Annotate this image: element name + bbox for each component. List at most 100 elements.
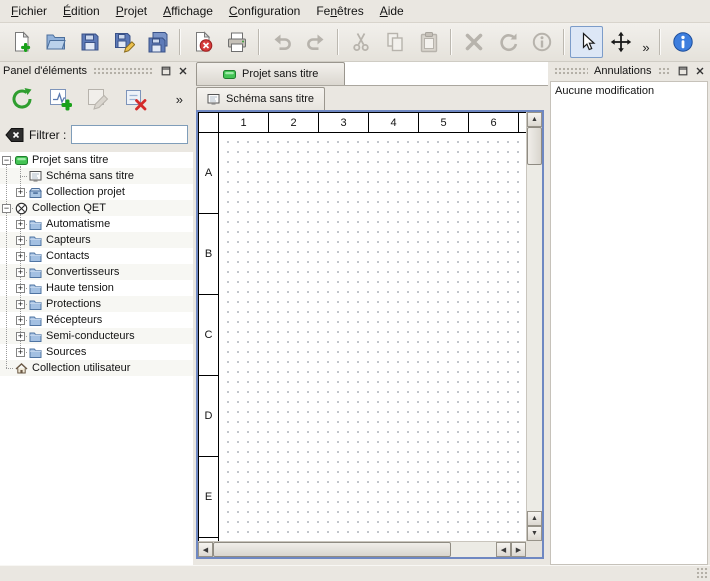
delete-element-button[interactable] xyxy=(121,84,151,114)
undo-panel-float-button[interactable] xyxy=(676,64,690,78)
paste-icon xyxy=(418,31,440,53)
scroll-up-button[interactable]: ▲ xyxy=(527,112,542,127)
tree-expand-plus-handle[interactable]: + xyxy=(16,284,25,293)
tree-item[interactable]: +Collection projet xyxy=(0,184,193,200)
scroll-down-button[interactable]: ▼ xyxy=(527,526,542,541)
cut-button[interactable] xyxy=(344,26,377,58)
tree-item[interactable]: +Récepteurs xyxy=(0,312,193,328)
tree-expand-plus-handle[interactable]: + xyxy=(16,220,25,229)
open-button[interactable] xyxy=(39,26,72,58)
paste-button[interactable] xyxy=(412,26,445,58)
open-folder-icon xyxy=(45,31,67,53)
horizontal-scrollbar-thumb[interactable] xyxy=(213,542,451,557)
tree-expand-minus-handle[interactable]: − xyxy=(2,156,11,165)
undo-panel-grip-left[interactable] xyxy=(554,67,588,75)
edit-element-button[interactable] xyxy=(83,84,113,114)
redo-button[interactable] xyxy=(299,26,332,58)
menu-fichier[interactable]: Fichier xyxy=(3,1,55,21)
tree-expand-plus-handle[interactable]: + xyxy=(16,188,25,197)
undo-panel-titlebar[interactable]: Annulations xyxy=(548,62,710,80)
tree-expand-plus-handle[interactable]: + xyxy=(16,252,25,261)
main-toolbar-separator xyxy=(659,29,661,55)
elements-panel-overflow-button[interactable]: » xyxy=(173,92,186,107)
menu-projet[interactable]: Projet xyxy=(108,1,155,21)
menu-bar: FichierÉditionProjetAffichageConfigurati… xyxy=(0,0,710,23)
horizontal-scrollbar[interactable]: ◀ ◀ ▶ xyxy=(198,541,526,557)
vertical-scrollbar-thumb[interactable] xyxy=(527,127,542,165)
scroll-up-button-bottom[interactable]: ▲ xyxy=(527,511,542,526)
scroll-left-button[interactable]: ◀ xyxy=(198,542,213,557)
diagram-viewport[interactable]: 123456 ABCDE xyxy=(198,112,526,541)
element-info-button[interactable] xyxy=(525,26,558,58)
tree-expand-plus-handle[interactable]: + xyxy=(16,348,25,357)
scroll-left-button-right[interactable]: ◀ xyxy=(496,542,511,557)
resize-grip[interactable] xyxy=(696,567,708,579)
undo-history-list[interactable]: Aucune modification xyxy=(550,81,708,565)
tree-item[interactable]: Schéma sans titre xyxy=(0,168,193,184)
undo-button[interactable] xyxy=(265,26,298,58)
tree-item[interactable]: +Contacts xyxy=(0,248,193,264)
elements-panel-titlebar[interactable]: Panel d'éléments xyxy=(0,62,193,80)
schema-tabbar: Schéma sans titre xyxy=(196,86,548,110)
main-toolbar-overflow-button[interactable]: » xyxy=(638,26,654,58)
print-button[interactable] xyxy=(220,26,253,58)
tree-item[interactable]: + Semi-conducteurs xyxy=(0,328,193,344)
tree-item[interactable]: +Convertisseurs xyxy=(0,264,193,280)
tree-item[interactable]: +Protections xyxy=(0,296,193,312)
tree-item[interactable]: +Automatisme xyxy=(0,216,193,232)
new-element-button[interactable] xyxy=(45,84,75,114)
undo-icon xyxy=(271,31,293,53)
tree-item[interactable]: −Collection QET xyxy=(0,200,193,216)
tab-project[interactable]: Projet sans titre xyxy=(196,62,345,85)
save-as-button[interactable] xyxy=(107,26,140,58)
pan-mode-button[interactable] xyxy=(604,26,637,58)
elements-panel-float-button[interactable] xyxy=(159,64,173,78)
menu-fenetres[interactable]: Fenêtres xyxy=(308,1,371,21)
tree-expand-plus-handle[interactable]: + xyxy=(16,300,25,309)
menu-configuration[interactable]: Configuration xyxy=(221,1,308,21)
menu-affichage[interactable]: Affichage xyxy=(155,1,221,21)
diagram-canvas[interactable] xyxy=(219,133,526,541)
tree-item[interactable]: Collection utilisateur xyxy=(0,360,193,376)
filter-clear-button[interactable] xyxy=(5,127,24,143)
elements-tree: −Projet sans titreSchéma sans titre+Coll… xyxy=(0,152,193,565)
tab-schema[interactable]: Schéma sans titre xyxy=(196,87,325,110)
save-all-button[interactable] xyxy=(141,26,174,58)
main-toolbar-separator xyxy=(258,29,260,55)
main-toolbar-separator xyxy=(337,29,339,55)
close-file-button[interactable] xyxy=(186,26,219,58)
tree-item-label: Semi-conducteurs xyxy=(46,330,135,342)
about-button[interactable] xyxy=(666,26,699,58)
tree-expand-plus-handle[interactable]: + xyxy=(16,236,25,245)
tree-item-label: Projet sans titre xyxy=(32,154,108,166)
main-toolbar-separator xyxy=(179,29,181,55)
tree-item[interactable]: +Haute tension xyxy=(0,280,193,296)
elements-panel-close-button[interactable] xyxy=(176,64,190,78)
menu-edition[interactable]: Édition xyxy=(55,1,108,21)
tree-expand-plus-handle[interactable]: + xyxy=(16,316,25,325)
vertical-scrollbar[interactable]: ▲ ▲ ▼ xyxy=(526,112,542,541)
reload-collections-button[interactable] xyxy=(7,84,37,114)
undo-panel-grip[interactable] xyxy=(658,67,671,75)
tree-item[interactable]: + Sources xyxy=(0,344,193,360)
new-button[interactable] xyxy=(5,26,38,58)
tree-expand-plus-handle[interactable]: + xyxy=(16,332,25,341)
delete-button[interactable] xyxy=(457,26,490,58)
tree-item[interactable]: − Projet sans titre xyxy=(0,152,193,168)
select-mode-button[interactable] xyxy=(570,26,603,58)
tree-item[interactable]: +Capteurs xyxy=(0,232,193,248)
elements-panel-grip[interactable] xyxy=(93,67,153,75)
rotate-button[interactable] xyxy=(491,26,524,58)
menu-aide[interactable]: Aide xyxy=(372,1,412,21)
save-button[interactable] xyxy=(73,26,106,58)
tree-item-label: Sources xyxy=(46,346,86,358)
close-file-icon xyxy=(192,31,214,53)
filter-input[interactable] xyxy=(71,125,188,144)
tree-expand-plus-handle[interactable]: + xyxy=(16,268,25,277)
tree-expand-minus-handle[interactable]: − xyxy=(2,204,11,213)
undo-panel-close-button[interactable] xyxy=(693,64,707,78)
copy-button[interactable] xyxy=(378,26,411,58)
folder-icon xyxy=(29,298,42,311)
scroll-right-icon: ▶ xyxy=(516,546,521,554)
scroll-right-button[interactable]: ▶ xyxy=(511,542,526,557)
